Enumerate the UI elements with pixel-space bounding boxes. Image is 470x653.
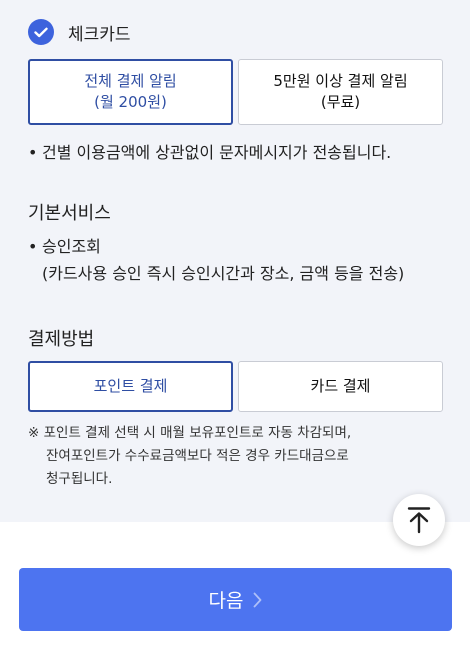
scroll-to-top-button[interactable] — [393, 494, 445, 546]
chevron-right-icon — [254, 592, 262, 607]
option-label: 카드 결제 — [310, 377, 371, 395]
all-payment-alert-option[interactable]: 전체 결제 알림 (월 200원) — [28, 59, 233, 125]
option-price: (월 200원) — [94, 93, 167, 111]
alert-note: • 건별 이용금액에 상관없이 문자메시지가 전송됩니다. — [28, 143, 392, 162]
arrow-up-icon — [407, 507, 431, 534]
basic-service-heading: 기본서비스 — [28, 203, 111, 224]
option-title: 전체 결제 알림 — [84, 72, 177, 90]
option-label: 포인트 결제 — [93, 377, 168, 395]
card-payment-option[interactable]: 카드 결제 — [238, 361, 443, 412]
next-button[interactable]: 다음 — [19, 568, 452, 631]
basic-service-detail: (카드사용 승인 즉시 승인시간과 장소, 금액 등을 전송) — [42, 264, 405, 283]
payment-method-note: ※ 포인트 결제 선택 시 매월 보유포인트로 자동 차감되며, 잔여포인트가 … — [28, 425, 352, 487]
over-50k-alert-option[interactable]: 5만원 이상 결제 알림 (무료) — [238, 59, 443, 125]
basic-service-item-label: 승인조회 — [42, 237, 101, 256]
option-title: 5만원 이상 결제 알림 — [273, 72, 408, 90]
check-card-checkbox[interactable]: 체크카드 — [28, 19, 131, 45]
check-card-label: 체크카드 — [68, 24, 131, 45]
checkmark-icon — [28, 19, 54, 45]
next-button-label: 다음 — [208, 590, 244, 612]
payment-method-heading: 결제방법 — [28, 329, 95, 350]
basic-service-item: • 승인조회 (카드사용 승인 즉시 승인시간과 장소, 금액 등을 전송) — [28, 233, 404, 287]
alert-note-text: 건별 이용금액에 상관없이 문자메시지가 전송됩니다. — [42, 143, 392, 162]
option-price: (무료) — [320, 93, 361, 111]
point-payment-option[interactable]: 포인트 결제 — [28, 361, 233, 412]
